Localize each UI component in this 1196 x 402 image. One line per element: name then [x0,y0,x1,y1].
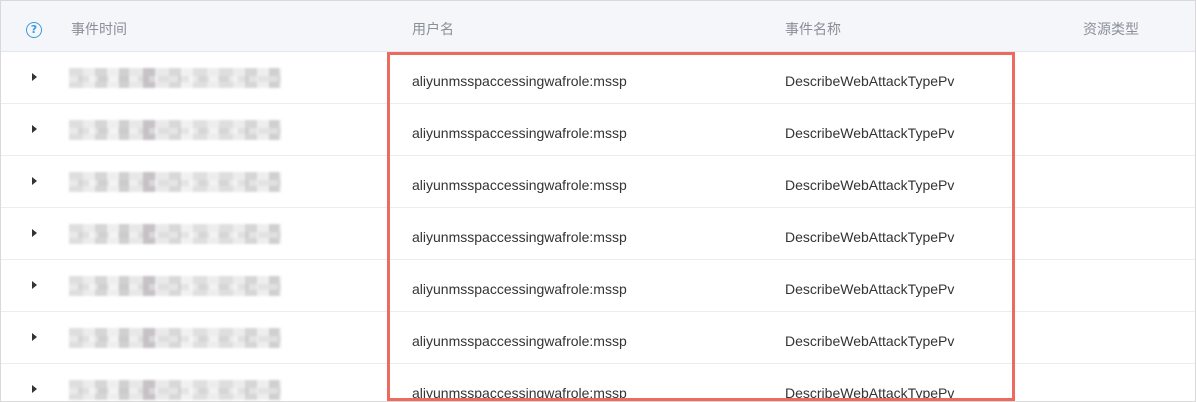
table-row[interactable]: aliyunmsspaccessingwafrole:mssp DescribeW… [1,104,1195,156]
table-row[interactable]: aliyunmsspaccessingwafrole:mssp DescribeW… [1,208,1195,260]
username-cell: aliyunmsspaccessingwafrole:mssp [412,73,627,89]
event-time-redacted [69,224,281,244]
caret-right-icon[interactable] [32,125,37,133]
caret-right-icon[interactable] [32,177,37,185]
username-cell: aliyunmsspaccessingwafrole:mssp [412,281,627,297]
event-time-redacted [69,172,281,192]
username-cell: aliyunmsspaccessingwafrole:mssp [412,385,627,401]
event-table: ? 事件时间 用户名 事件名称 资源类型 aliyunmsspaccessing… [0,0,1196,402]
username-cell: aliyunmsspaccessingwafrole:mssp [412,177,627,193]
event-name-cell: DescribeWebAttackTypePv [785,333,955,349]
caret-right-icon[interactable] [32,73,37,81]
event-time-redacted [69,328,281,348]
event-time-redacted [69,276,281,296]
table-row[interactable]: aliyunmsspaccessingwafrole:mssp DescribeW… [1,52,1195,104]
table-row[interactable]: aliyunmsspaccessingwafrole:mssp DescribeW… [1,364,1195,401]
table-row[interactable]: aliyunmsspaccessingwafrole:mssp DescribeW… [1,312,1195,364]
caret-right-icon[interactable] [32,281,37,289]
column-header-username[interactable]: 用户名 [412,1,454,51]
table-row[interactable]: aliyunmsspaccessingwafrole:mssp DescribeW… [1,260,1195,312]
column-header-resource-type[interactable]: 资源类型 [1083,1,1139,51]
column-header-event-name[interactable]: 事件名称 [785,1,841,51]
question-circle-icon[interactable]: ? [26,22,42,38]
event-name-cell: DescribeWebAttackTypePv [785,125,955,141]
event-name-cell: DescribeWebAttackTypePv [785,385,955,401]
table-row[interactable]: aliyunmsspaccessingwafrole:mssp DescribeW… [1,156,1195,208]
table-header: ? 事件时间 用户名 事件名称 资源类型 [1,1,1195,52]
column-header-event-time[interactable]: 事件时间 [71,1,127,51]
username-cell: aliyunmsspaccessingwafrole:mssp [412,125,627,141]
event-name-cell: DescribeWebAttackTypePv [785,281,955,297]
event-name-cell: DescribeWebAttackTypePv [785,177,955,193]
caret-right-icon[interactable] [32,385,37,393]
event-time-redacted [69,380,281,400]
username-cell: aliyunmsspaccessingwafrole:mssp [412,229,627,245]
caret-right-icon[interactable] [32,229,37,237]
event-name-cell: DescribeWebAttackTypePv [785,73,955,89]
event-name-cell: DescribeWebAttackTypePv [785,229,955,245]
event-time-redacted [69,68,281,88]
caret-right-icon[interactable] [32,333,37,341]
username-cell: aliyunmsspaccessingwafrole:mssp [412,333,627,349]
event-time-redacted [69,120,281,140]
